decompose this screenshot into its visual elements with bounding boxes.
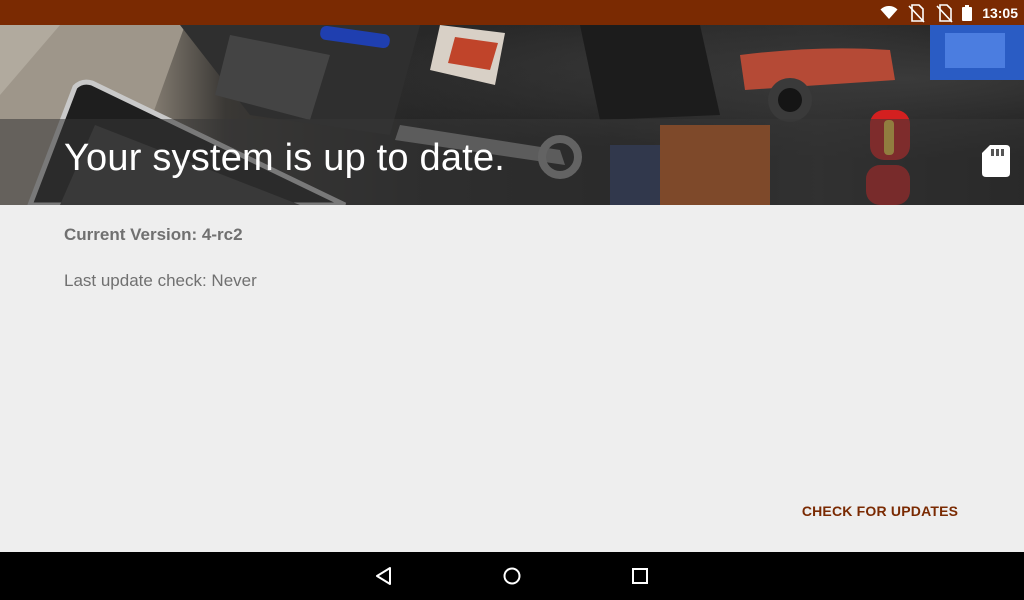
no-sim-icon <box>906 0 926 25</box>
no-sim-icon <box>934 0 954 25</box>
back-icon[interactable] <box>368 560 400 592</box>
navigation-bar <box>0 552 1024 600</box>
check-for-updates-button[interactable]: CHECK FOR UPDATES <box>796 497 964 525</box>
update-info-panel: Current Version: 4-rc2 Last update check… <box>0 205 1024 552</box>
header-banner: Your system is up to date. <box>0 25 1024 205</box>
page-title: Your system is up to date. <box>64 137 506 179</box>
battery-icon <box>962 0 973 25</box>
recents-icon[interactable] <box>624 560 656 592</box>
sd-card-icon[interactable] <box>980 143 1012 179</box>
wifi-icon <box>880 0 898 25</box>
status-clock: 13:05 <box>982 4 1018 21</box>
home-icon[interactable] <box>496 560 528 592</box>
current-version-text: Current Version: 4-rc2 <box>64 225 243 244</box>
last-update-check-text: Last update check: Never <box>64 271 257 290</box>
status-bar: 13:05 <box>0 0 1024 25</box>
